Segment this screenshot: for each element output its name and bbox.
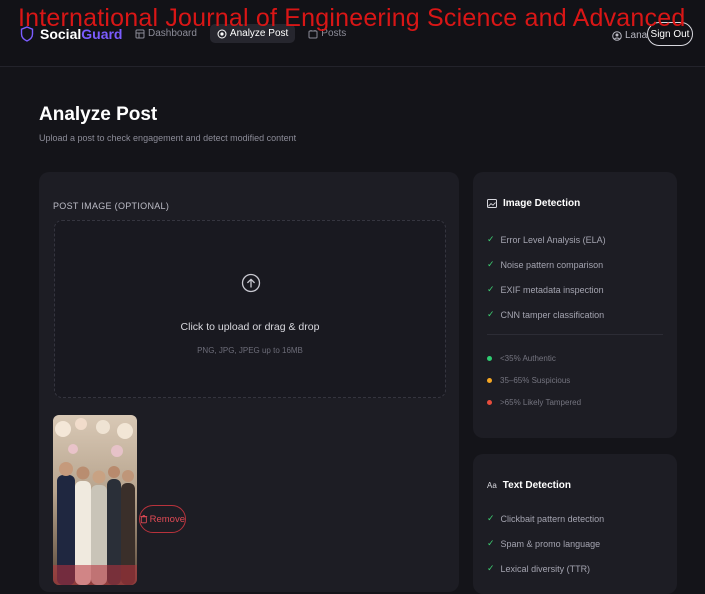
brand-name-part1: Social — [40, 26, 82, 42]
top-navbar: SocialGuard Dashboard Analyze Post Posts… — [0, 0, 705, 67]
check-label: Lexical diversity (TTR) — [500, 563, 591, 574]
upload-icon — [241, 273, 261, 293]
check-label: CNN tamper classification — [500, 309, 605, 320]
nav-label-analyze-post: Analyze Post — [229, 28, 289, 39]
green-dot-icon — [487, 355, 492, 361]
nav-label-posts: Posts — [321, 28, 347, 39]
image-icon — [487, 199, 497, 208]
list-item: ✓ Error Level Analysis (ELA) — [487, 227, 606, 252]
nav-label-dashboard: Dashboard — [148, 28, 197, 39]
photo-preview-illustration — [53, 415, 137, 585]
trash-icon — [140, 515, 148, 524]
check-icon: ✓ — [487, 259, 495, 269]
legend-label: <35% Authentic — [500, 353, 556, 363]
list-item: ✓ Clickbait pattern detection — [487, 506, 604, 531]
image-detection-card: Image Detection ✓ Error Level Analysis (E… — [473, 172, 677, 438]
red-dot-icon — [487, 399, 492, 405]
text-check-list: ✓ Clickbait pattern detection ✓ Spam & pro… — [487, 506, 604, 581]
user-menu[interactable]: Lana — [612, 30, 647, 41]
image-detection-title: Image Detection — [503, 198, 581, 209]
legend-label: >65% Likely Tampered — [500, 397, 582, 407]
uploaded-image-preview — [53, 415, 137, 585]
check-label: Error Level Analysis (ELA) — [500, 234, 606, 245]
check-label: Spam & promo language — [500, 538, 601, 549]
check-icon: ✓ — [487, 234, 495, 244]
sign-out-button[interactable]: Sign Out — [647, 22, 693, 46]
upload-card: POST IMAGE (OPTIONAL) Click to upload or… — [39, 172, 459, 592]
text-icon: Aa — [487, 481, 497, 490]
list-item: ✓ Noise pattern comparison — [487, 252, 606, 277]
shield-logo-icon — [20, 26, 34, 42]
nav-item-dashboard[interactable]: Dashboard — [128, 24, 204, 43]
remove-label: Remove — [149, 513, 185, 525]
text-detection-header: Aa Text Detection — [487, 480, 571, 491]
text-detection-card: Aa Text Detection ✓ Clickbait pattern det… — [473, 454, 677, 594]
list-item: ✓ CNN tamper classification — [487, 302, 606, 327]
main-nav: Dashboard Analyze Post Posts — [128, 24, 353, 43]
check-label: EXIF metadata inspection — [500, 284, 604, 295]
brand-name: SocialGuard — [40, 26, 122, 42]
divider — [487, 334, 663, 335]
check-icon: ✓ — [487, 309, 495, 319]
dashboard-icon — [135, 29, 145, 38]
orange-dot-icon — [487, 377, 492, 383]
brand-logo[interactable]: SocialGuard — [20, 26, 122, 42]
list-item: ✓ EXIF metadata inspection — [487, 277, 606, 302]
upload-title: Click to upload or drag & drop — [180, 321, 320, 333]
user-icon — [612, 30, 622, 41]
legend-item-suspicious: 35–65% Suspicious — [487, 369, 581, 391]
text-detection-title: Text Detection — [502, 480, 571, 491]
check-icon: ✓ — [487, 284, 495, 294]
check-icon: ✓ — [487, 513, 495, 523]
page-title: Analyze Post — [39, 104, 158, 125]
image-detection-header: Image Detection — [487, 198, 580, 209]
user-name: Lana — [625, 30, 648, 41]
check-icon: ✓ — [487, 563, 495, 573]
list-item: ✓ Lexical diversity (TTR) — [487, 556, 604, 581]
remove-image-button[interactable]: Remove — [139, 505, 186, 533]
check-icon: ✓ — [487, 538, 495, 548]
nav-item-analyze-post[interactable]: Analyze Post — [209, 24, 296, 43]
posts-icon — [308, 29, 318, 38]
page-subtitle: Upload a post to check engagement and de… — [39, 133, 297, 143]
list-item: ✓ Spam & promo language — [487, 531, 604, 556]
check-label: Clickbait pattern detection — [500, 513, 605, 524]
brand-name-part2: Guard — [81, 26, 123, 42]
score-legend: <35% Authentic 35–65% Suspicious >65% Li… — [487, 347, 581, 413]
check-label: Noise pattern comparison — [500, 259, 604, 270]
analyze-icon — [217, 29, 227, 38]
post-image-label: POST IMAGE (OPTIONAL) — [53, 201, 170, 211]
upload-dropzone[interactable]: Click to upload or drag & drop PNG, JPG,… — [54, 220, 446, 398]
upload-hint: PNG, JPG, JPEG up to 16MB — [197, 346, 303, 355]
legend-item-authentic: <35% Authentic — [487, 347, 581, 369]
legend-label: 35–65% Suspicious — [500, 375, 571, 385]
image-check-list: ✓ Error Level Analysis (ELA) ✓ Noise patte… — [487, 227, 606, 327]
nav-item-posts[interactable]: Posts — [301, 24, 353, 43]
legend-item-tampered: >65% Likely Tampered — [487, 391, 581, 413]
